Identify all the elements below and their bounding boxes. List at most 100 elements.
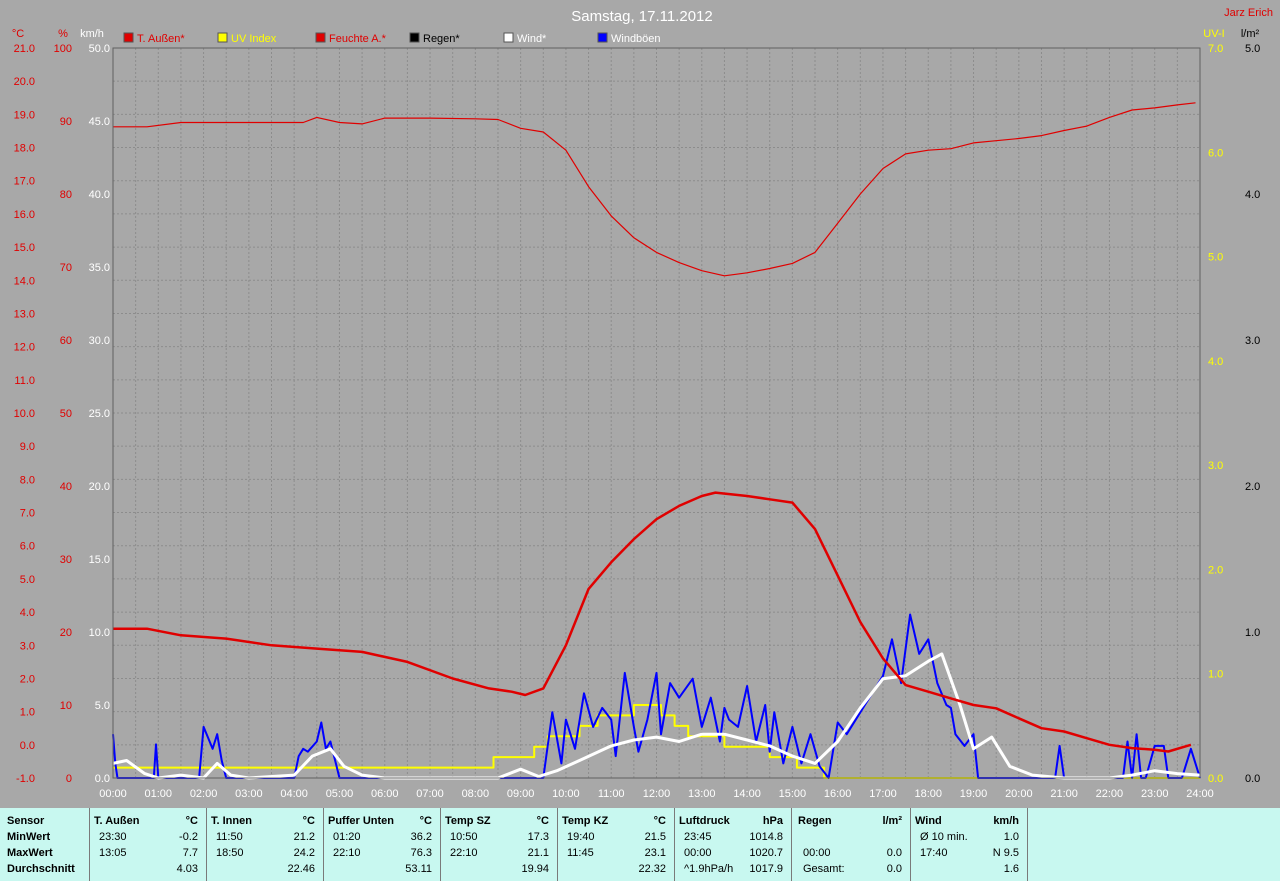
- humidity-tick-label: 60: [60, 335, 72, 347]
- stats-unit: °C: [419, 815, 432, 827]
- wind-tick-label: 20.0: [89, 481, 110, 493]
- temp-tick-label: 10.0: [14, 408, 35, 420]
- wind-tick-label: 35.0: [89, 262, 110, 274]
- time-tick-label: 21:00: [1050, 788, 1078, 800]
- time-tick-label: 23:00: [1141, 788, 1169, 800]
- time-tick-label: 07:00: [416, 788, 444, 800]
- time-tick-label: 11:00: [598, 788, 625, 800]
- temp-tick-label: 0.0: [20, 740, 35, 752]
- rain-tick-label: 5.0: [1245, 43, 1260, 55]
- stats-header: Temp SZ: [445, 815, 491, 827]
- stats-time: 23:45: [684, 831, 712, 843]
- stats-value: 0.0: [886, 847, 902, 859]
- legend-swatch: [503, 32, 514, 43]
- time-tick-label: 16:00: [824, 788, 852, 800]
- legend-label: Windböen: [611, 33, 661, 45]
- uv-tick-label: 2.0: [1208, 564, 1223, 576]
- stats-time: 11:45: [567, 847, 594, 859]
- uv-tick-label: 1.0: [1208, 669, 1223, 681]
- author-label: Jarz Erich: [1224, 7, 1273, 19]
- time-tick-label: 19:00: [960, 788, 988, 800]
- stats-value: 24.2: [293, 847, 315, 859]
- wind-tick-label: 10.0: [89, 627, 110, 639]
- humidity-tick-label: 70: [60, 262, 72, 274]
- stats-col-t-aussen: T. Außen °C 23:30 -0.2 13:05 7.7 4.03: [89, 808, 207, 881]
- stats-header: Regen: [798, 815, 832, 827]
- temp-tick-label: 11.0: [14, 375, 35, 387]
- wind-tick-label: 50.0: [89, 43, 110, 55]
- row-label-min: MinWert: [7, 831, 51, 843]
- legend-label: UV Index: [231, 33, 277, 45]
- temp-tick-label: 20.0: [14, 76, 35, 88]
- stats-time: 19:40: [567, 831, 595, 843]
- humidity-unit: %: [58, 28, 68, 40]
- rain-tick-label: 4.0: [1245, 189, 1260, 201]
- temp-tick-label: 12.0: [14, 342, 35, 354]
- humidity-tick-label: 20: [60, 627, 72, 639]
- time-tick-label: 24:00: [1186, 788, 1214, 800]
- temp-tick-label: 9.0: [20, 441, 35, 453]
- wind-tick-label: 15.0: [89, 554, 110, 566]
- time-tick-label: 18:00: [914, 788, 942, 800]
- temp-tick-label: 16.0: [14, 209, 35, 221]
- legend-swatch: [315, 32, 326, 43]
- stats-col-wind: Wind km/h Ø 10 min. 1.0 17:40 N 9.5 1.6: [910, 808, 1028, 881]
- stats-value: 0.0: [886, 863, 902, 875]
- humidity-tick-label: 100: [54, 43, 72, 55]
- temp-tick-label: 1.0: [20, 707, 35, 719]
- stats-unit: °C: [653, 815, 666, 827]
- temp-tick-label: 13.0: [14, 308, 35, 320]
- stats-value: 7.7: [182, 847, 198, 859]
- stats-col-puffer-unten: Puffer Unten °C 01:20 36.2 22:10 76.3 53.11: [323, 808, 441, 881]
- stats-time: 18:50: [216, 847, 244, 859]
- wind-tick-label: 0.0: [95, 773, 110, 785]
- stats-time: ^1.9hPa/h: [684, 863, 734, 875]
- time-tick-label: 04:00: [280, 788, 308, 800]
- rain-tick-label: 1.0: [1245, 627, 1260, 639]
- wind-unit: km/h: [80, 28, 104, 40]
- stats-time: 11:50: [216, 831, 243, 843]
- stats-col-temp-kz: Temp KZ °C 19:40 21.5 11:45 23.1 22.32: [557, 808, 675, 881]
- stats-header: Wind: [915, 815, 942, 827]
- stats-time: 22:10: [333, 847, 361, 859]
- stats-value: 21.1: [527, 847, 549, 859]
- time-tick-label: 01:00: [145, 788, 173, 800]
- humidity-tick-label: 90: [60, 116, 72, 128]
- stats-value: 36.2: [410, 831, 432, 843]
- temp-tick-label: 5.0: [20, 574, 35, 586]
- humidity-tick-label: 30: [60, 554, 72, 566]
- time-tick-label: 13:00: [688, 788, 716, 800]
- rain-tick-label: 3.0: [1245, 335, 1260, 347]
- row-label-max: MaxWert: [7, 847, 53, 859]
- uv-tick-label: 7.0: [1208, 43, 1223, 55]
- temp-tick-label: 2.0: [20, 673, 35, 685]
- chart-title: Samstag, 17.11.2012: [571, 8, 713, 25]
- stats-value: 4.03: [176, 863, 198, 875]
- temp-tick-label: 14.0: [14, 275, 35, 287]
- time-tick-label: 02:00: [190, 788, 218, 800]
- stats-unit: km/h: [993, 815, 1019, 827]
- wind-tick-label: 40.0: [89, 189, 110, 201]
- legend-label: Feuchte A.*: [329, 33, 387, 45]
- temp-tick-label: 18.0: [14, 143, 35, 155]
- uv-tick-label: 4.0: [1208, 356, 1223, 368]
- stats-col-regen: Regen l/m² 00:00 0.0 Gesamt: 0.0: [793, 808, 911, 881]
- stats-col-luftdruck: Luftdruck hPa 23:45 1014.8 00:00 1020.7 ^1.9hP…: [674, 808, 792, 881]
- stats-value: 76.3: [410, 847, 432, 859]
- uv-tick-label: 0.0: [1208, 773, 1223, 785]
- humidity-tick-label: 50: [60, 408, 72, 420]
- stats-value: 22.46: [287, 863, 315, 875]
- stats-time: 00:00: [803, 847, 831, 859]
- time-tick-label: 06:00: [371, 788, 399, 800]
- temp-tick-label: 19.0: [14, 109, 35, 121]
- temp-tick-label: 7.0: [20, 508, 35, 520]
- humidity-tick-label: 40: [60, 481, 72, 493]
- stats-unit: l/m²: [882, 815, 902, 827]
- stats-header-sensor: Sensor: [7, 815, 45, 827]
- humidity-tick-label: 80: [60, 189, 72, 201]
- stats-unit: °C: [185, 815, 198, 827]
- temp-tick-label: 17.0: [14, 176, 35, 188]
- wind-tick-label: 30.0: [89, 335, 110, 347]
- wind-tick-label: 45.0: [89, 116, 110, 128]
- stats-header: T. Innen: [211, 815, 252, 827]
